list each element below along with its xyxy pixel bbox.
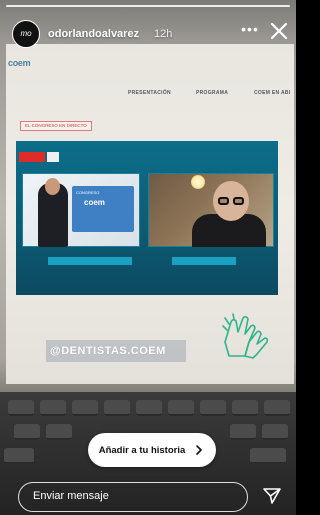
message-input[interactable]: Enviar mensaje bbox=[18, 482, 248, 512]
presenter-head bbox=[45, 178, 60, 195]
banner-logo: coem bbox=[84, 198, 105, 207]
chevron-right-icon bbox=[196, 445, 203, 455]
story-viewer: coem PRESENTACIÓN PROGRAMA COEM EN ABI E… bbox=[0, 0, 296, 515]
story-progress-bar bbox=[6, 5, 290, 7]
banner-text: CONGRESO bbox=[76, 190, 100, 195]
handle-sticker: @DENTISTAS.COEM bbox=[50, 345, 166, 357]
glasses-shape bbox=[218, 197, 246, 205]
name-bar-right bbox=[172, 257, 236, 265]
add-to-story-label: Añadir a tu historia bbox=[98, 444, 186, 456]
site-logo: coem bbox=[8, 58, 31, 68]
site-nav-item: COEM EN ABI bbox=[254, 90, 291, 96]
add-to-story-button[interactable]: Añadir a tu historia bbox=[88, 433, 216, 467]
live-badge-secondary bbox=[47, 152, 59, 162]
story-time: 12h bbox=[154, 28, 173, 40]
more-icon[interactable]: ••• bbox=[240, 22, 260, 38]
clapping-hands-icon bbox=[222, 313, 269, 359]
story-username[interactable]: odorlandoalvarez bbox=[48, 28, 139, 40]
name-bar-left bbox=[48, 257, 132, 265]
avatar[interactable]: mo bbox=[12, 20, 40, 48]
site-nav-item: PROGRAMA bbox=[196, 90, 229, 96]
site-nav-item: PRESENTACIÓN bbox=[128, 90, 171, 96]
live-tag: EL CONGRESO EN DIRECTO bbox=[20, 121, 92, 131]
send-icon[interactable] bbox=[262, 486, 282, 506]
live-badge bbox=[19, 152, 45, 162]
lamp-light bbox=[191, 175, 205, 189]
close-icon[interactable] bbox=[268, 20, 290, 42]
